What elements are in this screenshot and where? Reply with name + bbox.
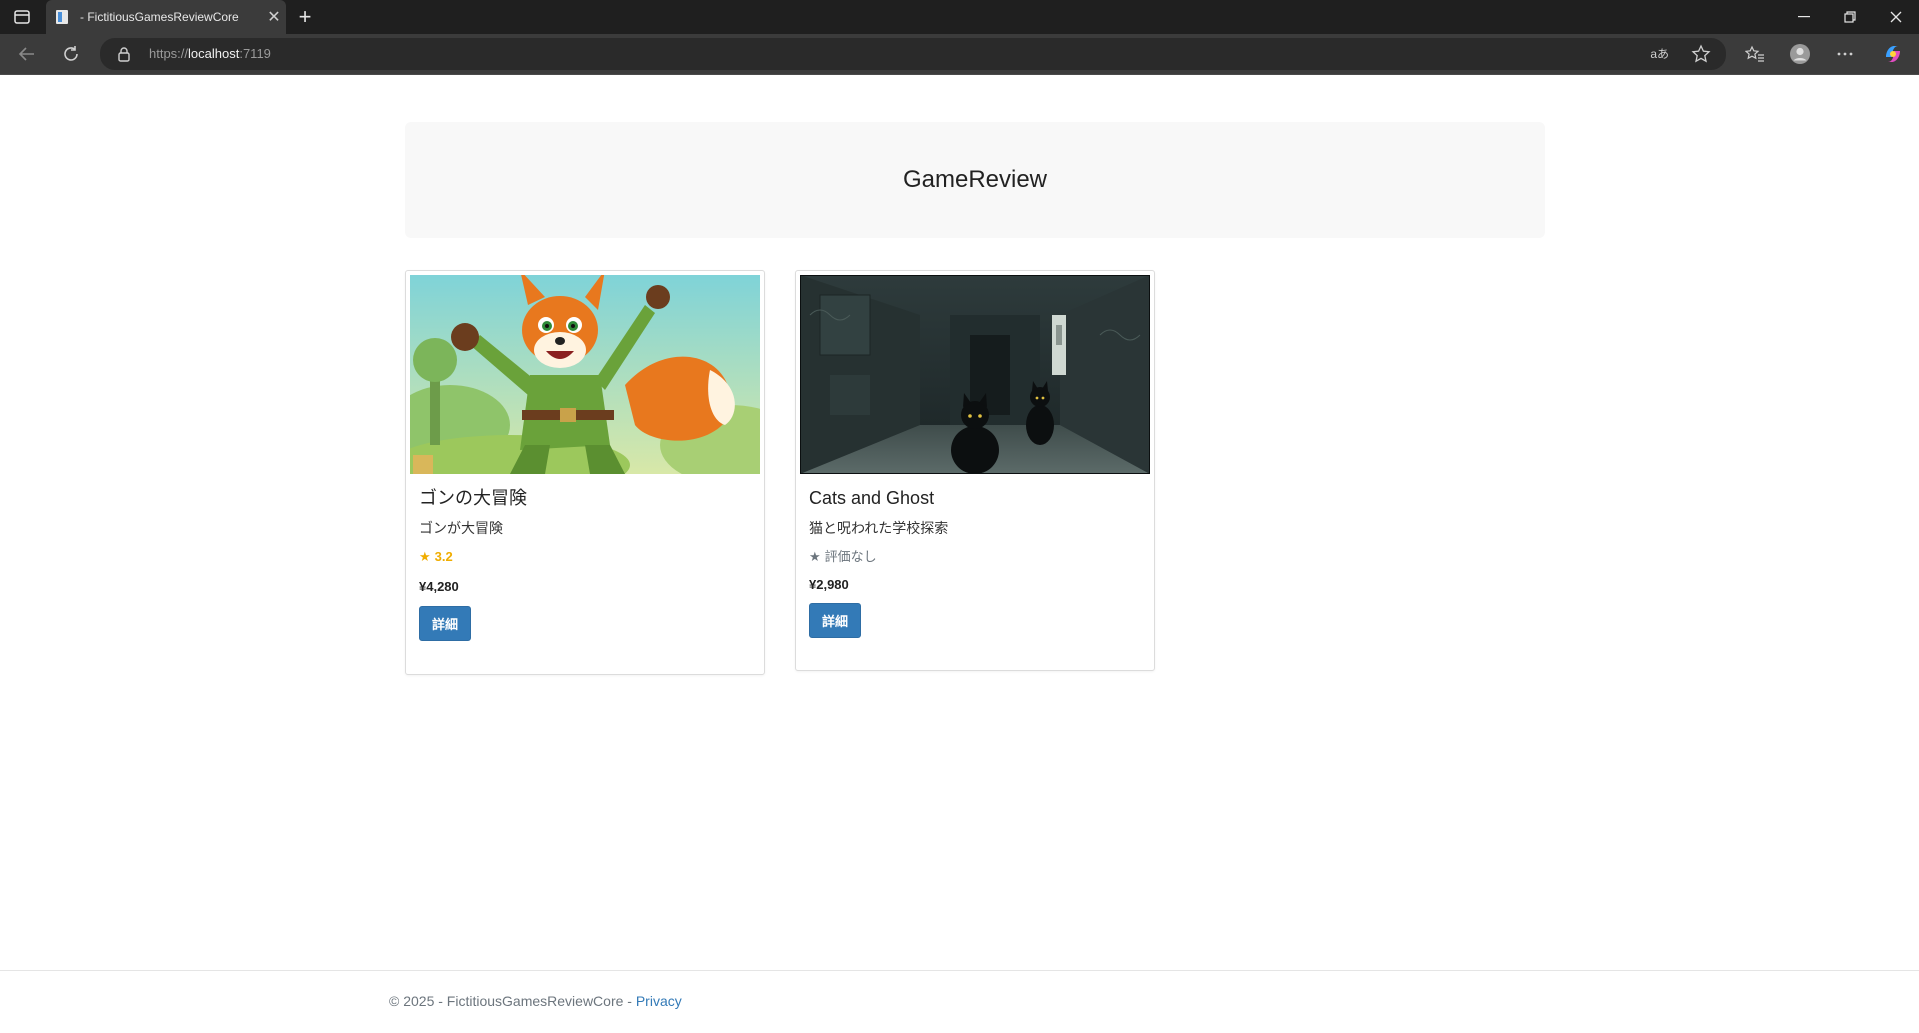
page-header-banner: GameReview bbox=[405, 122, 1545, 238]
lock-icon[interactable] bbox=[117, 46, 133, 62]
game-title[interactable]: Cats and Ghost bbox=[809, 485, 1141, 511]
restore-icon[interactable] bbox=[1827, 0, 1873, 34]
url-text[interactable]: https://localhost:7119 bbox=[149, 46, 271, 61]
url-port: :7119 bbox=[239, 46, 271, 61]
game-image bbox=[800, 275, 1150, 474]
footer: © 2025 - FictitiousGamesReviewCore - Pri… bbox=[0, 970, 1919, 1033]
url-host: localhost bbox=[188, 46, 240, 61]
favorite-star-icon[interactable] bbox=[1691, 44, 1711, 64]
url-scheme: https:// bbox=[149, 46, 189, 61]
more-options-icon[interactable] bbox=[1830, 40, 1860, 68]
tab-close-icon[interactable]: ✕ bbox=[262, 7, 286, 27]
details-button[interactable]: 詳細 bbox=[419, 606, 472, 641]
game-card: Cats and Ghost 猫と呪われた学校探索 ★ 評価なし ¥2,980 … bbox=[795, 270, 1155, 671]
game-rating: ★ 3.2 bbox=[419, 549, 751, 565]
refresh-icon[interactable] bbox=[56, 40, 86, 68]
minimize-icon[interactable] bbox=[1781, 0, 1827, 34]
game-image bbox=[410, 275, 760, 474]
game-description: 猫と呪われた学校探索 bbox=[809, 520, 949, 536]
page-title: GameReview bbox=[902, 166, 1048, 193]
star-icon: ★ bbox=[809, 549, 821, 564]
game-title[interactable]: ゴンの大冒険 bbox=[419, 485, 751, 511]
game-rating: ★ 評価なし bbox=[809, 549, 1141, 565]
star-icon: ★ bbox=[419, 549, 431, 564]
details-button[interactable]: 詳細 bbox=[809, 603, 862, 638]
tab-title: - FictitiousGamesReviewCore bbox=[80, 10, 239, 24]
footer-text: © 2025 - FictitiousGamesReviewCore - Pri… bbox=[389, 993, 682, 1009]
rating-value: 3.2 bbox=[434, 549, 453, 564]
back-icon[interactable] bbox=[12, 40, 42, 68]
game-price: ¥2,980 bbox=[809, 577, 849, 592]
read-aloud-icon[interactable]: aあ bbox=[1650, 45, 1669, 62]
copyright-text: © 2025 - FictitiousGamesReviewCore - bbox=[389, 993, 636, 1009]
browser-tab[interactable]: - FictitiousGamesReviewCore ✕ bbox=[46, 0, 286, 34]
new-tab-button[interactable]: + bbox=[292, 4, 318, 30]
browser-toolbar: https://localhost:7119 aあ bbox=[0, 34, 1919, 75]
close-window-icon[interactable] bbox=[1873, 0, 1919, 34]
copilot-icon[interactable] bbox=[1878, 40, 1908, 68]
privacy-link[interactable]: Privacy bbox=[636, 993, 682, 1009]
game-description: ゴンが大冒険 bbox=[419, 520, 503, 536]
game-price: ¥4,280 bbox=[419, 579, 459, 594]
page-favicon-icon bbox=[54, 9, 70, 25]
tab-actions-icon[interactable] bbox=[12, 8, 32, 26]
rating-value: 評価なし bbox=[824, 549, 877, 564]
game-card: ゴンの大冒険 ゴンが大冒険 ★ 3.2 ¥4,280 詳細 bbox=[405, 270, 765, 675]
address-bar[interactable]: https://localhost:7119 aあ bbox=[100, 38, 1726, 70]
favorites-list-icon[interactable] bbox=[1740, 40, 1770, 68]
browser-tab-bar: - FictitiousGamesReviewCore ✕ + bbox=[0, 0, 1919, 34]
game-card-body: Cats and Ghost 猫と呪われた学校探索 ★ 評価なし ¥2,980 … bbox=[809, 485, 1141, 638]
profile-avatar-icon[interactable] bbox=[1785, 40, 1815, 68]
game-card-body: ゴンの大冒険 ゴンが大冒険 ★ 3.2 ¥4,280 詳細 bbox=[419, 485, 751, 641]
